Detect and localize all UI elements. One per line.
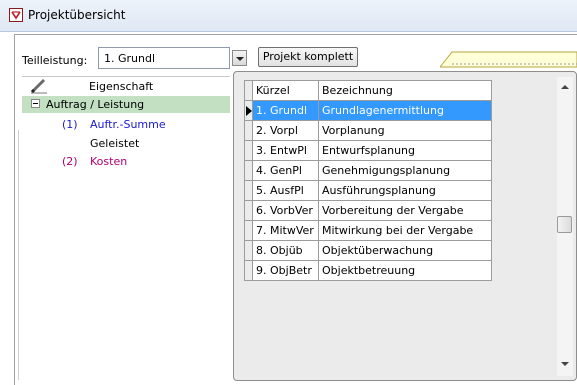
tree-header-separator <box>22 76 230 77</box>
cell-kuerzel[interactable]: 3. EntwPl <box>252 140 319 161</box>
table-header-row: Kürzel Bezeichnung <box>244 80 492 101</box>
scroll-up-icon[interactable] <box>561 85 569 89</box>
cell-bezeichnung[interactable]: Entwurfsplanung <box>318 140 492 161</box>
table-row[interactable]: 8. Objüb Objektüberwachung <box>244 240 492 261</box>
app-icon <box>9 8 23 22</box>
cell-kuerzel[interactable]: 2. Vorpl <box>252 120 319 141</box>
table-row[interactable]: 6. VorbVer Vorbereitung der Vergabe <box>244 200 492 221</box>
cell-bezeichnung[interactable]: Vorbereitung der Vergabe <box>318 200 492 221</box>
table-row[interactable]: 9. ObjBetr Objektbetreuung <box>244 260 492 281</box>
row-indicator <box>244 260 253 281</box>
table-row[interactable]: 4. GenPl Genehmigungsplanung <box>244 160 492 181</box>
teilleistung-label: Teilleistung: <box>22 54 88 67</box>
tree-item-number: (1) <box>62 118 78 131</box>
row-indicator <box>244 180 253 201</box>
row-indicator <box>244 220 253 241</box>
row-indicator-header <box>244 80 253 101</box>
scroll-down-icon[interactable] <box>561 362 569 366</box>
title-bar: Projektübersicht <box>0 0 577 32</box>
tree-item-geleistet[interactable]: Geleistet <box>90 137 139 150</box>
cell-kuerzel[interactable]: 9. ObjBetr <box>252 260 319 281</box>
cell-kuerzel[interactable]: 4. GenPl <box>252 160 319 181</box>
teilleistung-combo[interactable]: 1. Grundl <box>98 47 230 69</box>
cell-kuerzel[interactable]: 6. VorbVer <box>252 200 319 221</box>
cell-bezeichnung[interactable]: Objektüberwachung <box>318 240 492 261</box>
cell-kuerzel[interactable]: 8. Objüb <box>252 240 319 261</box>
cell-kuerzel[interactable]: 7. MitwVer <box>252 220 319 241</box>
scrollbar-thumb[interactable] <box>557 216 572 233</box>
cell-kuerzel[interactable]: 5. AusfPl <box>252 180 319 201</box>
column-header-bezeichnung[interactable]: Bezeichnung <box>318 80 492 101</box>
cell-bezeichnung[interactable]: Mitwirkung bei der Vergabe <box>318 220 492 241</box>
row-indicator <box>244 200 253 221</box>
tree-column-header: Eigenschaft <box>89 80 154 93</box>
cell-bezeichnung[interactable]: Ausführungsplanung <box>318 180 492 201</box>
row-indicator <box>244 140 253 161</box>
table-row[interactable]: 1. Grundl Grundlagenermittlung <box>244 100 492 121</box>
combo-dropdown-button[interactable] <box>232 50 247 66</box>
table-row[interactable]: 2. Vorpl Vorplanung <box>244 120 492 141</box>
column-header-kuerzel[interactable]: Kürzel <box>252 80 319 101</box>
table-row[interactable]: 3. EntwPl Entwurfsplanung <box>244 140 492 161</box>
tree-item-number: (2) <box>62 155 78 168</box>
tree-group-label: Auftrag / Leistung <box>46 98 145 111</box>
row-indicator <box>244 120 253 141</box>
tree-item-auftr-summe[interactable]: Auftr.-Summe <box>90 118 166 131</box>
pencil-icon <box>30 78 47 94</box>
row-indicator <box>244 240 253 261</box>
tree-item-kosten[interactable]: Kosten <box>90 155 127 168</box>
cell-kuerzel[interactable]: 1. Grundl <box>252 100 319 121</box>
row-indicator <box>244 100 253 121</box>
timeline-bar <box>440 51 577 68</box>
cell-bezeichnung[interactable]: Objektbetreuung <box>318 260 492 281</box>
table-row[interactable]: 5. AusfPl Ausführungsplanung <box>244 180 492 201</box>
cell-bezeichnung[interactable]: Genehmigungsplanung <box>318 160 492 181</box>
projekt-komplett-button[interactable]: Projekt komplett <box>258 47 358 67</box>
table-row[interactable]: 7. MitwVer Mitwirkung bei der Vergabe <box>244 220 492 241</box>
window-title: Projektübersicht <box>28 8 126 22</box>
panel-divider <box>18 130 19 380</box>
cell-bezeichnung[interactable]: Grundlagenermittlung <box>318 100 492 121</box>
collapse-icon[interactable] <box>31 99 40 108</box>
current-row-icon <box>246 105 252 116</box>
cell-bezeichnung[interactable]: Vorplanung <box>318 120 492 141</box>
teilleistung-table: Kürzel Bezeichnung 1. Grundl Grundlagener… <box>244 80 492 281</box>
row-indicator <box>244 160 253 181</box>
